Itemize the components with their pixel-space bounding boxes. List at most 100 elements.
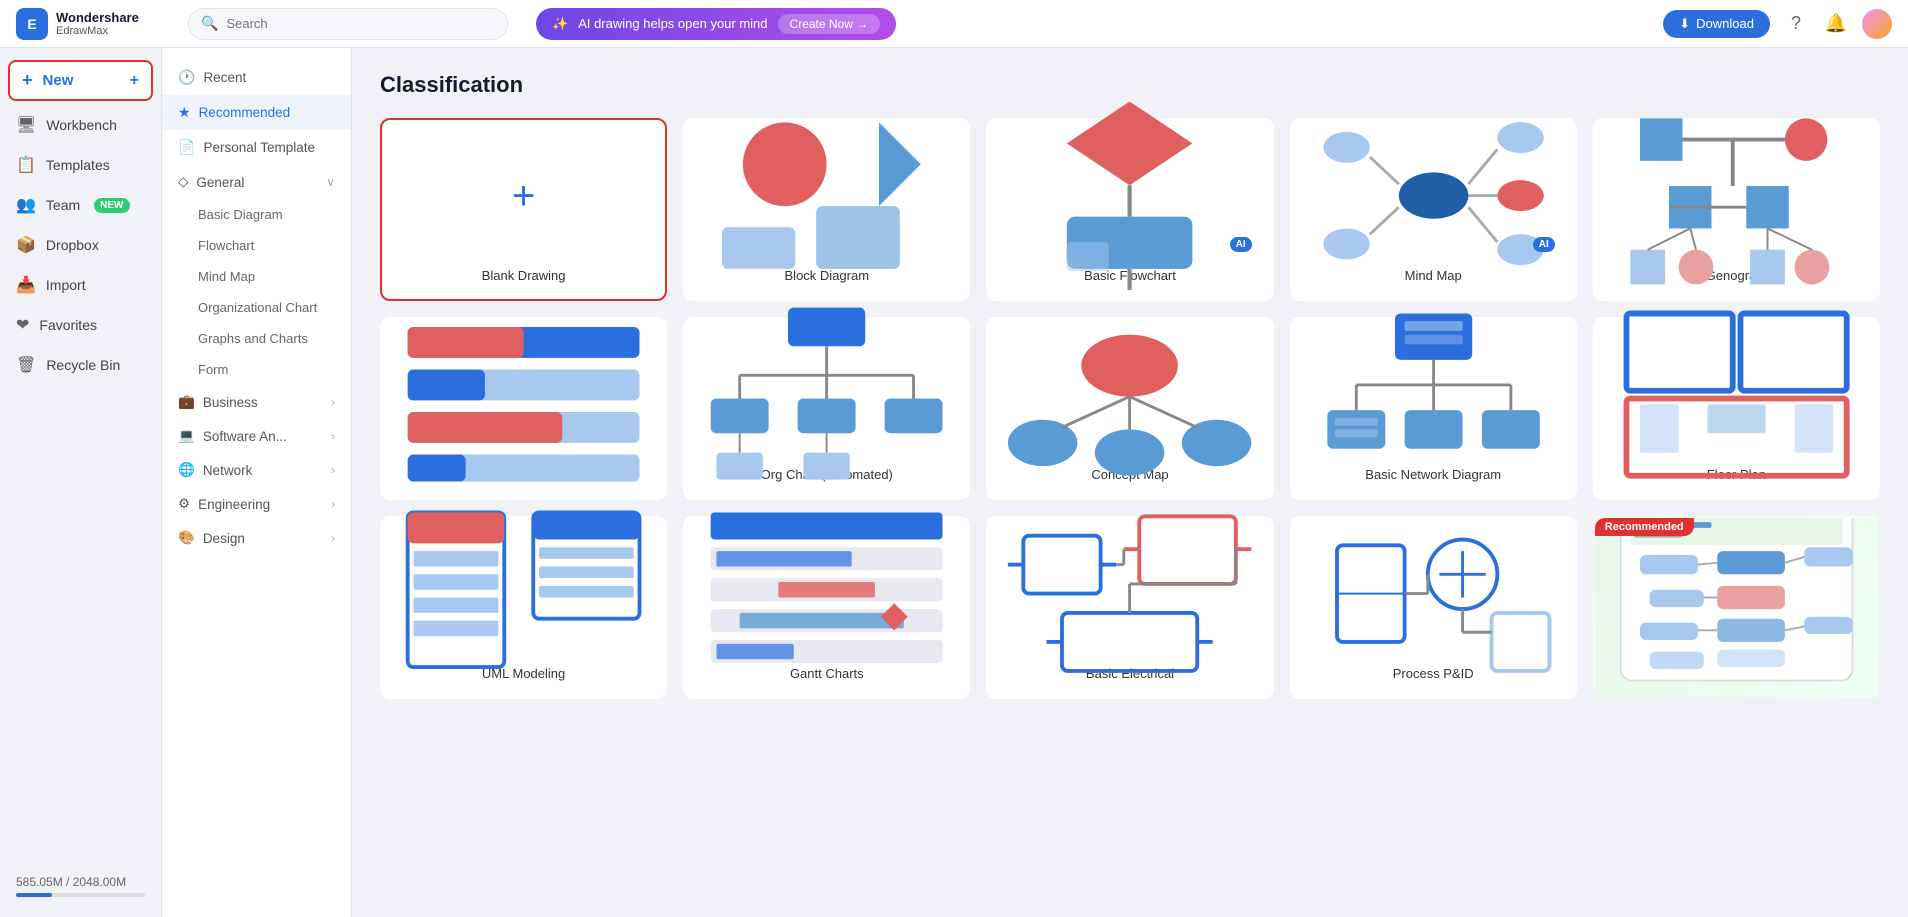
design-chevron: ›	[331, 531, 335, 545]
personal-template-icon: 📄	[178, 139, 195, 156]
orgchart-svg	[701, 298, 952, 491]
card-blank-label: Blank Drawing	[482, 268, 566, 283]
nav-section-design[interactable]: 🎨 Design ›	[162, 521, 351, 555]
nav-section-business[interactable]: 💼 Business ›	[162, 385, 351, 419]
card-org-chart[interactable]: Org Chart (Automated)	[683, 317, 970, 500]
card-basic-flowchart[interactable]: AI Basic Flowchart	[986, 118, 1273, 301]
card-floorplan-image	[1611, 335, 1862, 455]
sidebar-item-workbench[interactable]: 🖥 Workbench	[0, 105, 161, 145]
sidebar-item-favorites[interactable]: ❤ Favorites	[0, 305, 161, 345]
card-genogram-image	[1611, 136, 1862, 256]
search-bar[interactable]: 🔍	[188, 8, 508, 40]
general-label: General	[196, 175, 244, 190]
business-chevron: ›	[331, 395, 335, 409]
nav-recent[interactable]: 🕐 Recent	[162, 60, 351, 95]
flowchart-svg	[1004, 91, 1255, 300]
new-button[interactable]: + New +	[8, 60, 153, 101]
electrical-svg	[1004, 497, 1255, 690]
storage-bar	[16, 893, 145, 897]
card-edrawmind[interactable]: Recommended	[1593, 516, 1880, 699]
sidebar-item-templates[interactable]: 📋 Templates	[0, 145, 161, 185]
sidebar-item-import[interactable]: 📥 Import	[0, 265, 161, 305]
templates-icon: 📋	[16, 155, 36, 175]
sub-basic-diagram[interactable]: Basic Diagram	[162, 199, 351, 230]
create-now-button[interactable]: Create Now →	[778, 14, 881, 34]
general-icon: ◇	[178, 174, 188, 190]
sub-form[interactable]: Form	[162, 354, 351, 385]
sub-graphs[interactable]: Graphs and Charts	[162, 323, 351, 354]
notification-icon[interactable]: 🔔	[1822, 10, 1850, 38]
download-icon: ⬇	[1679, 16, 1690, 32]
content-area: Classification + Blank Drawing	[352, 48, 1908, 917]
flowchart-ai-badge: AI	[1230, 237, 1252, 252]
software-icon: 💻	[178, 428, 195, 444]
recycle-label: Recycle Bin	[46, 357, 120, 373]
sub-flowchart[interactable]: Flowchart	[162, 230, 351, 261]
card-blank-image: +	[398, 136, 649, 256]
nav-section-general[interactable]: ◇ General ∨	[162, 165, 351, 199]
sidebar-item-dropbox[interactable]: 📦 Dropbox	[0, 225, 161, 265]
templates-label: Templates	[46, 157, 110, 173]
engineering-icon: ⚙	[178, 496, 190, 512]
card-pid[interactable]: Process P&ID	[1290, 516, 1577, 699]
card-genogram[interactable]: Genogram	[1593, 118, 1880, 301]
card-concept-map[interactable]: Concept Map	[986, 317, 1273, 500]
card-floor-plan[interactable]: Floor Plan	[1593, 317, 1880, 500]
card-uml[interactable]: UML Modeling	[380, 516, 667, 699]
sidebar-item-team[interactable]: 👥 Team NEW	[0, 185, 161, 225]
download-button[interactable]: ⬇ Download	[1663, 10, 1770, 38]
help-icon[interactable]: ?	[1782, 10, 1810, 38]
import-icon: 📥	[16, 275, 36, 295]
software-chevron: ›	[331, 429, 335, 443]
recent-icon: 🕐	[178, 69, 195, 86]
new-add-icon: +	[130, 72, 139, 90]
new-label: New	[43, 72, 74, 89]
general-chevron: ∨	[326, 175, 335, 189]
card-edrawmind-image	[1611, 534, 1862, 654]
card-gantt[interactable]: Gantt Charts	[683, 516, 970, 699]
design-label: Design	[203, 531, 245, 546]
sub-org-chart[interactable]: Organizational Chart	[162, 292, 351, 323]
network-icon: 🌐	[178, 462, 195, 478]
storage-area: 585.05M / 2048.00M	[0, 863, 161, 909]
nav-recommended[interactable]: ★ Recommended	[162, 95, 351, 130]
card-pid-image	[1308, 534, 1559, 654]
business-icon: 💼	[178, 394, 195, 410]
network-svg	[1308, 298, 1559, 491]
diagram-grid: + Blank Drawing Block Diagram	[380, 118, 1880, 699]
card-network-diagram[interactable]: Basic Network Diagram	[1290, 317, 1577, 500]
nav-personal-template[interactable]: 📄 Personal Template	[162, 130, 351, 165]
blank-plus-icon: +	[512, 174, 535, 219]
storage-text: 585.05M / 2048.00M	[16, 875, 126, 889]
recycle-icon: 🗑	[16, 355, 36, 375]
team-new-badge: NEW	[94, 198, 129, 213]
sidebar-item-recycle-bin[interactable]: 🗑 Recycle Bin	[0, 345, 161, 385]
card-concept-image	[1004, 335, 1255, 455]
uml-svg	[398, 497, 649, 690]
business-label: Business	[203, 395, 258, 410]
search-input[interactable]	[226, 16, 495, 31]
recommended-label: Recommended	[199, 105, 291, 120]
import-label: Import	[46, 277, 86, 293]
topbar: E Wondershare EdrawMax 🔍 ✨ AI drawing he…	[0, 0, 1908, 48]
card-electrical[interactable]: Basic Electrical	[986, 516, 1273, 699]
nav-section-engineering[interactable]: ⚙ Engineering ›	[162, 487, 351, 521]
design-icon: 🎨	[178, 530, 195, 546]
nav-section-network[interactable]: 🌐 Network ›	[162, 453, 351, 487]
sub-mind-map[interactable]: Mind Map	[162, 261, 351, 292]
ai-banner[interactable]: ✨ AI drawing helps open your mind Create…	[536, 8, 896, 40]
card-blank-drawing[interactable]: + Blank Drawing	[380, 118, 667, 301]
pid-svg	[1308, 497, 1559, 690]
ai-banner-text: AI drawing helps open your mind	[578, 16, 767, 31]
card-mind-map[interactable]: AI Mind Map	[1290, 118, 1577, 301]
team-icon: 👥	[16, 195, 36, 215]
dropbox-label: Dropbox	[46, 237, 99, 253]
left-sidebar: + New + 🖥 Workbench 📋 Templates 👥 Team N…	[0, 48, 162, 917]
nav-section-software[interactable]: 💻 Software An... ›	[162, 419, 351, 453]
card-roadmap[interactable]: RoadMap	[380, 317, 667, 500]
mindmap-svg	[1308, 99, 1559, 292]
personal-template-label: Personal Template	[203, 140, 315, 155]
avatar[interactable]	[1862, 9, 1892, 39]
network-label: Network	[203, 463, 253, 478]
card-block-diagram[interactable]: Block Diagram	[683, 118, 970, 301]
